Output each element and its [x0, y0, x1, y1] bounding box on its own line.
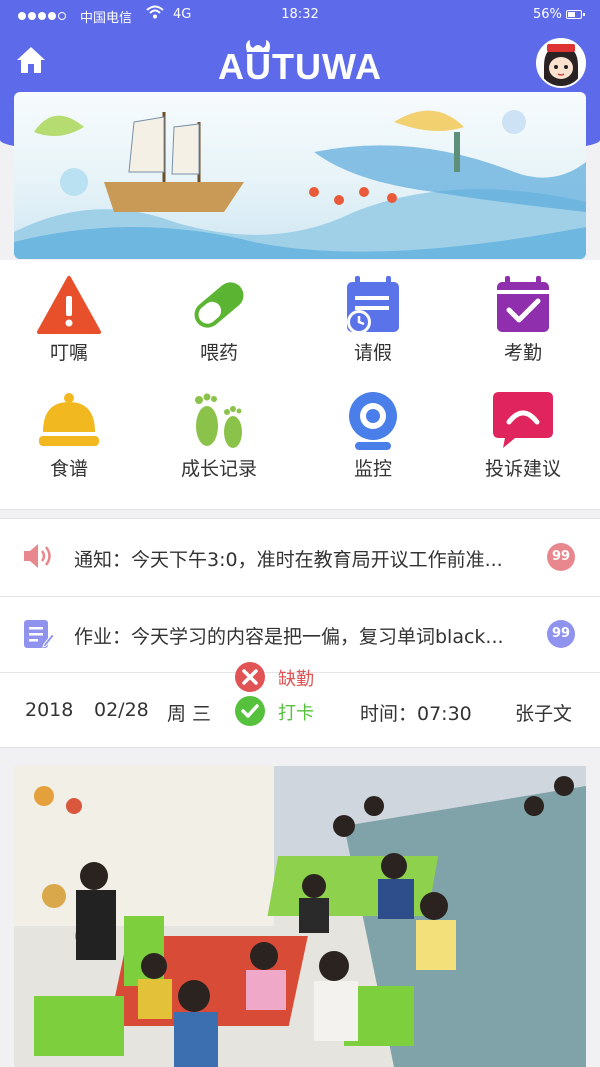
status-bar: 中国电信 4G 18:32 56% — [0, 0, 600, 32]
header: 中国电信 4G 18:32 56% AUTUWA — [0, 0, 600, 259]
checkin-status[interactable]: 打卡 — [234, 695, 314, 731]
menu-label: 请假 — [353, 342, 392, 364]
attendance-weekday: 周 三 — [167, 703, 212, 725]
warning-icon — [37, 276, 101, 334]
close-circle-icon — [235, 662, 265, 692]
menu-label: 考勤 — [503, 342, 542, 364]
homework-icon — [24, 620, 54, 648]
attendance-time: 时间：07:30 — [360, 703, 472, 725]
menu-item-monitor[interactable]: 监控 — [308, 390, 438, 500]
calendar-check-icon — [497, 276, 549, 332]
menu-label: 投诉建议 — [484, 458, 561, 480]
notice-item[interactable]: 通知：今天下午3:0，准时在教育局开议工作前准... 99 — [0, 519, 600, 595]
complaint-bubble-icon — [493, 392, 553, 448]
speaker-icon — [24, 544, 51, 568]
feature-menu: 叮嘱 喂药 请假 考勤 食谱 成长记录 监控 投诉建议 — [0, 260, 600, 510]
footprint-icon — [195, 393, 242, 448]
attendance-date: 02/28 — [94, 699, 149, 721]
clock: 18:32 — [281, 7, 319, 22]
camera-icon — [349, 392, 397, 450]
menu-item-complaint[interactable]: 投诉建议 — [458, 390, 588, 500]
unread-badge: 99 — [547, 543, 575, 571]
pill-icon — [194, 282, 244, 328]
classroom-photo-image — [14, 766, 586, 1067]
battery-icon — [566, 10, 585, 19]
classroom-photo[interactable] — [14, 766, 586, 1067]
banner-illustration — [14, 110, 586, 259]
menu-label: 食谱 — [49, 458, 88, 480]
absent-status[interactable]: 缺勤 — [234, 661, 314, 697]
homework-item[interactable]: 作业：今天学习的内容是把一偏，复习单词black... 99 — [0, 596, 600, 672]
menu-label: 叮嘱 — [49, 342, 88, 364]
promo-banner[interactable] — [14, 92, 586, 259]
checkin-label: 打卡 — [278, 703, 314, 724]
student-name: 张子文 — [515, 703, 573, 725]
user-avatar[interactable] — [536, 38, 586, 88]
battery-percent: 56% — [533, 7, 562, 22]
menu-item-attendance[interactable]: 考勤 — [458, 276, 588, 386]
food-cover-icon — [39, 393, 99, 446]
menu-label: 监控 — [353, 458, 392, 480]
homework-text: 作业：今天学习的内容是把一偏，复习单词black... — [74, 626, 504, 648]
menu-item-growth[interactable]: 成长记录 — [154, 390, 284, 500]
notice-text: 通知：今天下午3:0，准时在教育局开议工作前准... — [74, 549, 503, 571]
menu-label: 成长记录 — [180, 458, 257, 480]
app-logo: AUTUWA — [218, 46, 382, 87]
menu-item-reminder[interactable]: 叮嘱 — [4, 276, 134, 386]
menu-label: 喂药 — [199, 342, 238, 364]
menu-item-leave[interactable]: 请假 — [308, 276, 438, 386]
check-circle-icon — [235, 696, 265, 726]
calendar-clock-icon — [347, 276, 399, 334]
unread-badge: 99 — [547, 620, 575, 648]
menu-item-recipe[interactable]: 食谱 — [4, 390, 134, 500]
absent-label: 缺勤 — [278, 669, 314, 690]
attendance-year: 2018 — [25, 699, 74, 721]
menu-item-medicine[interactable]: 喂药 — [154, 276, 284, 386]
avatar-illustration-icon — [538, 40, 584, 86]
notice-panel: 通知：今天下午3:0，准时在教育局开议工作前准... 99 作业：今天学习的内容… — [0, 518, 600, 748]
